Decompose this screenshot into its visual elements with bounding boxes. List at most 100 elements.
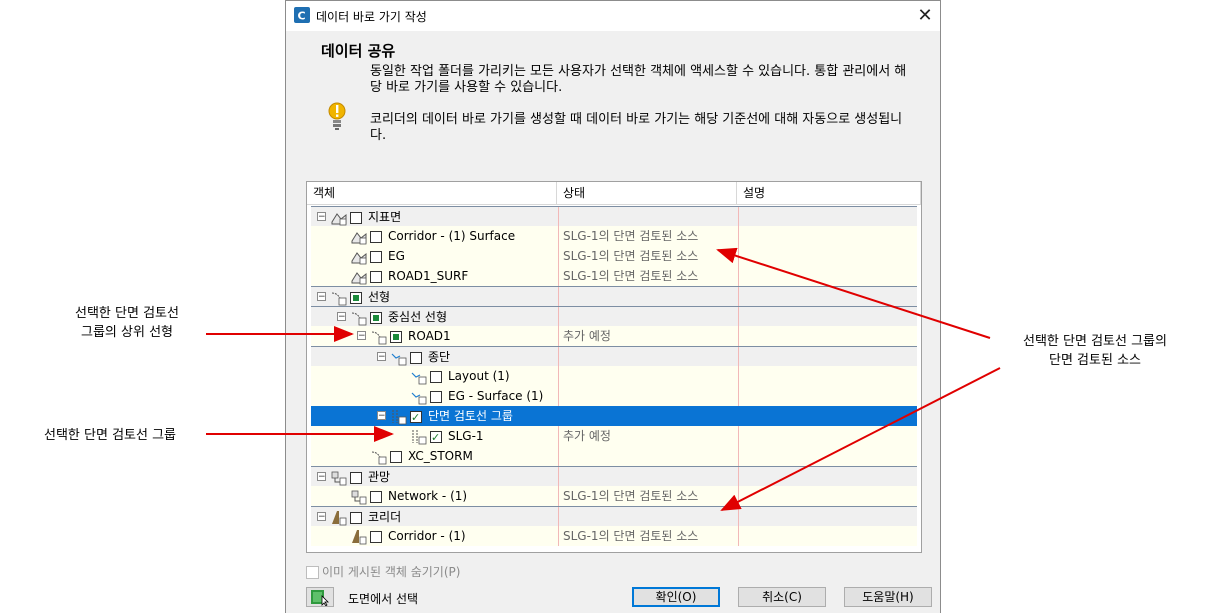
tree-row[interactable]: Corridor - (1) Surface SLG-1의 단면 검토된 소스	[311, 226, 917, 246]
tree-checkbox[interactable]	[430, 390, 442, 403]
tree-row[interactable]: − 종단	[311, 346, 917, 367]
tree-row[interactable]: − 단면 검토선 그룹	[311, 406, 917, 428]
tree-checkbox[interactable]	[410, 408, 422, 428]
object-tree-table: 객체 상태 설명 − 지표면 Corridor - (1) Surface SLG-1…	[306, 181, 922, 553]
help-button[interactable]: 도움말(H)	[844, 587, 932, 607]
tree-item-status: SLG-1의 단면 검토된 소스	[558, 526, 738, 546]
tree-row[interactable]: − 관망	[311, 466, 917, 487]
tree-item-status	[558, 446, 738, 466]
column-header-object[interactable]: 객체	[307, 182, 557, 204]
tree-checkbox[interactable]	[430, 428, 442, 448]
cancel-button[interactable]: 취소(C)	[738, 587, 826, 607]
tree-item[interactable]: ROAD1_SURF	[351, 266, 468, 286]
tree-expander[interactable]: −	[357, 331, 366, 341]
pick-from-drawing-icon	[311, 590, 329, 607]
tree-item[interactable]: SLG-1	[411, 426, 484, 448]
select-in-drawing-label: 도면에서 선택	[348, 592, 419, 606]
note-text: 코리더의 데이터 바로 가기를 생성할 때 데이터 바로 가기는 해당 기준선에…	[370, 112, 903, 143]
tree-checkbox[interactable]	[370, 250, 382, 263]
tree-checkbox[interactable]	[390, 330, 402, 343]
tree-item[interactable]: Corridor - (1)	[351, 526, 466, 546]
tree-item[interactable]: Corridor - (1) Surface	[351, 226, 515, 246]
hide-published-checkbox[interactable]: 이미 게시된 객체 숨기기(P)	[306, 563, 460, 580]
prof-object-icon	[411, 372, 427, 384]
tree-item[interactable]: 지표면	[331, 207, 401, 227]
tree-item[interactable]: ROAD1	[371, 326, 451, 346]
tree-row[interactable]: XC_STORM	[311, 446, 917, 466]
tree-expander[interactable]: −	[317, 212, 326, 222]
tree-checkbox[interactable]	[370, 270, 382, 283]
tree-item-status	[558, 207, 738, 227]
tree-expander[interactable]: −	[317, 292, 326, 302]
column-header-status[interactable]: 상태	[557, 182, 737, 204]
svg-text:C: C	[298, 10, 306, 23]
tree-row[interactable]: SLG-1 추가 예정	[311, 426, 917, 448]
tree-row[interactable]: ROAD1_SURF SLG-1의 단면 검토된 소스	[311, 266, 917, 286]
close-icon: ✕	[917, 5, 933, 26]
pipe-object-icon	[351, 490, 367, 504]
tree-row[interactable]: − ROAD1 추가 예정	[311, 326, 917, 346]
tree-checkbox[interactable]	[370, 530, 382, 543]
tree-item-status	[558, 287, 738, 307]
tree-row[interactable]: − 코리더	[311, 506, 917, 527]
prof-object-icon	[391, 353, 407, 365]
tree-row[interactable]: EG - Surface (1)	[311, 386, 917, 406]
tree-item[interactable]: EG	[351, 246, 405, 266]
tree-item[interactable]: 단면 검토선 그룹	[391, 406, 513, 428]
tree-expander[interactable]: −	[337, 312, 346, 322]
tree-item[interactable]: 코리더	[331, 507, 401, 527]
tree-expander[interactable]: −	[377, 411, 386, 421]
tree-row[interactable]: − 중심선 선형	[311, 306, 917, 327]
tree-item-label: 종단	[428, 350, 451, 364]
close-button[interactable]: ✕	[910, 1, 940, 31]
tree-item-description	[738, 386, 918, 406]
tree-item-status	[558, 386, 738, 406]
tree-checkbox[interactable]	[410, 351, 422, 364]
tree-expander[interactable]: −	[377, 352, 386, 362]
tree-row[interactable]: Network - (1) SLG-1의 단면 검토된 소스	[311, 486, 917, 506]
tree-item[interactable]: Layout (1)	[411, 366, 510, 386]
tree-checkbox[interactable]	[430, 370, 442, 383]
tree-item-label: EG - Surface (1)	[448, 389, 544, 403]
tree-item-status	[558, 406, 738, 426]
tree-item-label: Corridor - (1) Surface	[388, 229, 516, 243]
tree-item[interactable]: 종단	[391, 347, 450, 367]
tree-item-label: ROAD1_SURF	[388, 269, 469, 283]
tree-item[interactable]: 선형	[331, 287, 390, 307]
tree-checkbox[interactable]	[390, 450, 402, 463]
slg-object-icon	[392, 409, 407, 424]
tree-item[interactable]: EG - Surface (1)	[411, 386, 543, 406]
ok-button[interactable]: 확인(O)	[632, 587, 720, 607]
tree-row[interactable]: Layout (1)	[311, 366, 917, 386]
annotation-parent-alignment: 선택한 단면 검토선 그룹의 상위 선형	[75, 306, 179, 340]
tree-item[interactable]: XC_STORM	[371, 446, 473, 466]
surf-object-icon	[351, 271, 367, 284]
align-object-icon	[371, 331, 387, 344]
tree-expander[interactable]: −	[317, 472, 326, 482]
tree-item-status	[558, 467, 738, 487]
tree-checkbox[interactable]	[350, 291, 362, 304]
tree-row[interactable]: − 선형	[311, 286, 917, 307]
tree-row[interactable]: − 지표면	[311, 206, 917, 227]
tree-item[interactable]: 중심선 선형	[351, 307, 447, 327]
tree-row[interactable]: Corridor - (1) SLG-1의 단면 검토된 소스	[311, 526, 917, 546]
tree-item[interactable]: Network - (1)	[351, 486, 467, 506]
tree-item-description	[738, 266, 918, 286]
tree-item-description	[738, 526, 918, 546]
tree-checkbox[interactable]	[350, 471, 362, 484]
info-header: 데이터 공유 동일한 작업 폴더를 가리키는 모든 사용자가 선택한 객체에 액…	[286, 31, 940, 177]
tree-row[interactable]: EG SLG-1의 단면 검토된 소스	[311, 246, 917, 266]
tree-checkbox[interactable]	[350, 511, 362, 524]
tree-item[interactable]: 관망	[331, 467, 390, 487]
hide-published-box[interactable]	[306, 566, 319, 579]
tree-checkbox[interactable]	[370, 230, 382, 243]
tree-checkbox[interactable]	[370, 490, 382, 503]
tree-checkbox[interactable]	[350, 211, 362, 224]
tree-item-description	[738, 366, 918, 386]
tree-checkbox[interactable]	[370, 311, 382, 324]
column-header-description[interactable]: 설명	[737, 182, 921, 204]
tree-item-label: XC_STORM	[408, 449, 473, 463]
tree-item-status: 추가 예정	[558, 426, 738, 446]
select-in-drawing-button[interactable]	[306, 587, 334, 607]
tree-expander[interactable]: −	[317, 512, 326, 522]
